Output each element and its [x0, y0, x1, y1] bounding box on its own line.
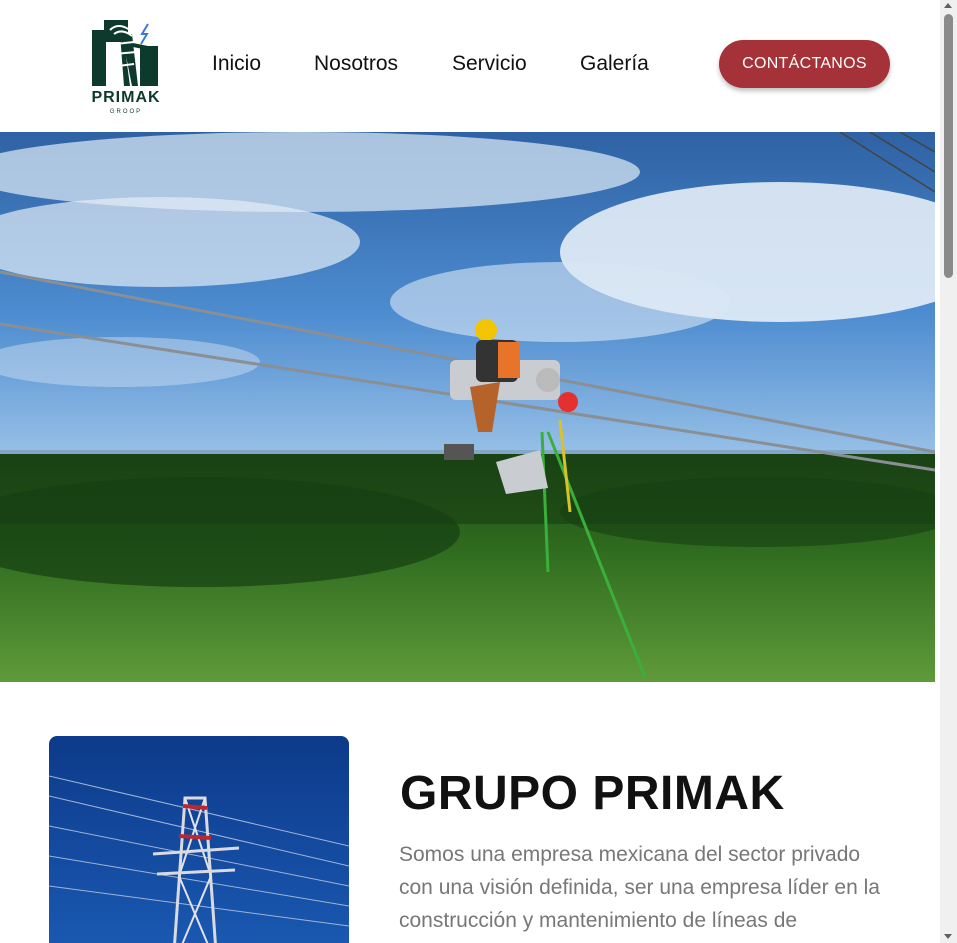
- section-title: GRUPO PRIMAK: [400, 767, 785, 820]
- hero-image: [0, 132, 935, 682]
- site-header: PRIMAK GROOP Inicio Nosotros Servicio Ga…: [0, 0, 940, 132]
- brand-name: PRIMAK: [91, 89, 161, 106]
- nav-link-galeria[interactable]: Galería: [580, 52, 649, 76]
- contact-button[interactable]: CONTÁCTANOS: [719, 40, 890, 88]
- brand-subname: GROOP: [109, 109, 143, 115]
- section-description: Somos una empresa mexicana del sector pr…: [399, 843, 880, 932]
- logo-tower-icon: [92, 20, 158, 86]
- scroll-up-icon[interactable]: [944, 3, 952, 8]
- page: PRIMAK GROOP Inicio Nosotros Servicio Ga…: [0, 0, 940, 943]
- nav-link-nosotros[interactable]: Nosotros: [314, 52, 398, 76]
- scrollbar-thumb[interactable]: [944, 14, 953, 278]
- scroll-down-icon[interactable]: [944, 934, 952, 939]
- nav-link-servicio[interactable]: Servicio: [452, 52, 527, 76]
- tower-image: [49, 736, 349, 943]
- vertical-scrollbar[interactable]: [940, 0, 957, 943]
- brand-logo[interactable]: PRIMAK GROOP: [80, 16, 172, 120]
- nav-link-inicio[interactable]: Inicio: [212, 52, 261, 76]
